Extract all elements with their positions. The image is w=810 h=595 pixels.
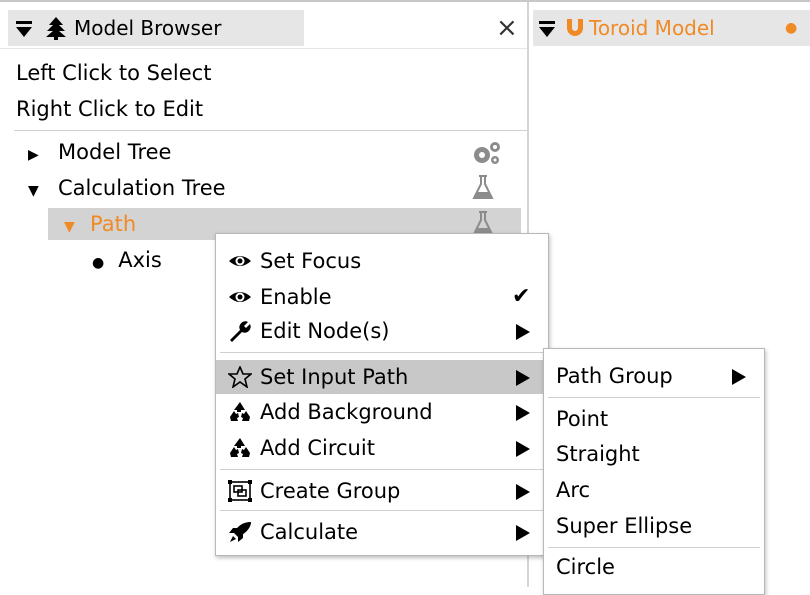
flask-icon [472,175,494,199]
tree-node-calculation-tree[interactable]: ▼ Calculation Tree [28,173,226,206]
hint-right-click: Right Click to Edit [16,97,204,121]
tab-model-browser[interactable]: Model Browser [8,10,304,46]
menu-item-label: Path Group [556,364,673,388]
submenu-arrow-icon [516,405,530,421]
divider [14,130,527,131]
submenu-arrow-icon [732,369,746,385]
magnet-icon [567,19,583,36]
submenu-arrow-icon [516,324,530,340]
submenu-item-straight[interactable]: Straight [544,437,764,471]
menu-item-add-background[interactable]: Add Background [216,395,548,429]
menu-item-calculate[interactable]: Calculate [216,515,548,549]
tree-node-path[interactable]: ▼ Path [64,209,136,242]
tree-label: Axis [118,248,162,272]
collapse-icon[interactable]: ▼ [28,176,48,206]
collapse-icon[interactable]: ▼ [64,212,84,242]
menu-separator [220,352,544,353]
bullet-icon: ● [92,255,105,271]
checkmark-icon: ✔ [512,284,531,309]
collapse-panel-icon[interactable] [16,18,34,40]
submenu-arrow-icon [516,525,530,541]
submenu-arrow-icon [516,441,530,457]
modified-dot-icon: ● [785,20,798,36]
submenu-item-circle[interactable]: Circle [544,550,764,584]
submenu-item-arc[interactable]: Arc [544,473,764,507]
menu-item-label: Set Focus [260,249,362,273]
menu-item-label: Enable [260,285,332,309]
menu-item-label: Create Group [260,479,401,503]
menu-item-label: Circle [556,555,615,579]
menu-item-label: Straight [556,442,640,466]
menu-item-label: Calculate [260,520,359,544]
tree-icon [46,17,66,40]
menu-item-label: Add Circuit [260,436,375,460]
menu-item-label: Set Input Path [260,365,409,389]
submenu-item-path-group[interactable]: Path Group [544,359,764,393]
submenu-arrow-icon [516,484,530,500]
eye-icon [229,292,251,302]
rocket-icon [229,522,251,542]
wrench-icon [230,321,251,342]
tab-title: Model Browser [74,16,222,40]
menu-separator [548,397,760,398]
menu-item-label: Arc [556,478,591,502]
hint-left-click: Left Click to Select [16,61,212,85]
tree-node-model-tree[interactable]: ▶ Model Tree [28,137,171,170]
submenu-arrow-icon [516,370,530,386]
star-icon [228,366,252,388]
menu-separator [548,547,760,548]
close-icon[interactable]: × [496,12,518,44]
menu-item-set-focus[interactable]: Set Focus [216,244,548,278]
tree-label: Model Tree [58,140,172,164]
tree-node-axis[interactable]: ● Axis [92,245,162,278]
menu-item-create-group[interactable]: Create Group [216,474,548,508]
menu-item-label: Add Background [260,400,433,424]
context-menu: Set Focus Enable ✔ Edit Node(s) Set Inpu… [215,233,549,556]
menu-item-enable[interactable]: Enable ✔ [216,280,548,314]
menu-separator [220,469,544,470]
menu-item-add-circuit[interactable]: Add Circuit [216,431,548,465]
tree-label: Calculation Tree [58,176,226,200]
gears-icon [474,142,500,164]
recycle-icon [230,438,250,457]
group-icon [228,480,252,502]
recycle-icon [230,402,250,421]
submenu-set-input-path: Path Group Point Straight Arc Super Elli… [543,348,765,595]
tree-label: Path [90,212,137,236]
tab-toroid-model[interactable]: Toroid Model ● [533,10,810,46]
tab-title: Toroid Model [589,16,715,40]
expand-icon[interactable]: ▶ [28,140,48,170]
collapse-panel-icon[interactable] [539,18,557,40]
menu-separator [220,510,544,511]
eye-icon [229,256,251,266]
menu-item-label: Super Ellipse [556,514,693,538]
submenu-item-super-ellipse[interactable]: Super Ellipse [544,509,764,543]
menu-item-label: Point [556,407,609,431]
menu-item-label: Edit Node(s) [260,319,390,343]
menu-item-edit-nodes[interactable]: Edit Node(s) [216,314,548,348]
menu-item-set-input-path[interactable]: Set Input Path [216,360,548,394]
submenu-item-point[interactable]: Point [544,402,764,436]
